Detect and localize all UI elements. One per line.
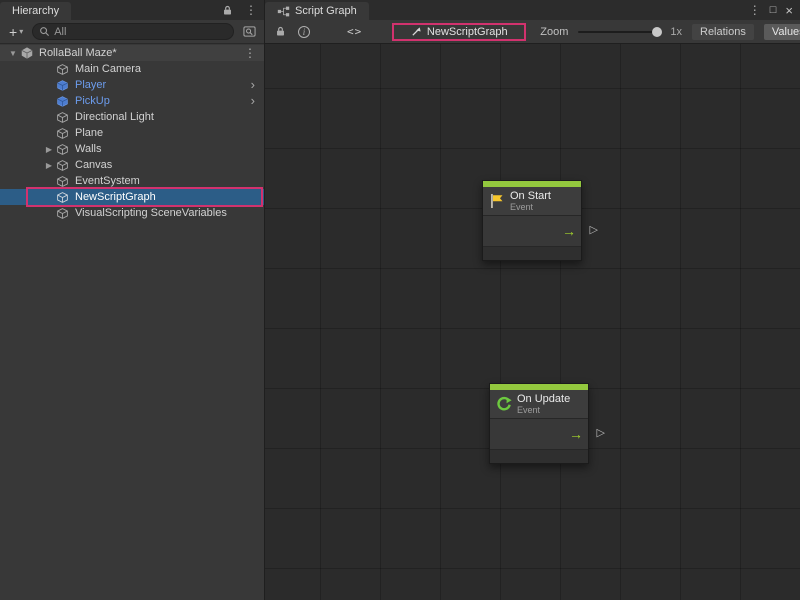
zoom-label: Zoom (540, 26, 568, 38)
values-button[interactable]: Values (764, 24, 800, 40)
gameobject-icon (56, 62, 70, 76)
flow-output-icon[interactable]: → (562, 224, 576, 238)
prefab-open-arrow-icon[interactable]: › (251, 94, 264, 108)
scene-name: RollaBall Maze* (39, 45, 117, 61)
tree-row-eventsystem[interactable]: EventSystem (0, 173, 264, 189)
tree-row-player[interactable]: Player › (0, 77, 264, 93)
tree-row-label: Main Camera (75, 61, 141, 77)
output-port-icon[interactable]: ▷ (597, 428, 605, 439)
tree-row-main-camera[interactable]: Main Camera (0, 61, 264, 77)
graph-name: NewScriptGraph (427, 26, 508, 38)
expand-closed-icon[interactable]: ▶ (42, 161, 56, 170)
script-graph-panel: Script Graph ⋮ □ × i <> NewScriptGraph (265, 0, 800, 600)
unity-scene-icon (20, 46, 34, 60)
scene-menu-icon[interactable]: ⋮ (244, 47, 264, 59)
search-icon (39, 26, 50, 37)
hierarchy-tab-controls: ⋮ (218, 0, 264, 20)
tree-row-label: Plane (75, 125, 103, 141)
tree-row-newscriptgraph[interactable]: NewScriptGraph (0, 189, 264, 205)
unity-editor: Hierarchy ⋮ + ▾ All (0, 0, 800, 600)
expand-closed-icon[interactable]: ▶ (42, 145, 56, 154)
gameobject-icon (56, 126, 70, 140)
maximize-icon[interactable]: □ (770, 4, 777, 16)
tree-row-plane[interactable]: Plane (0, 125, 264, 141)
tree-row-label: Directional Light (75, 109, 154, 125)
tab-script-graph[interactable]: Script Graph (265, 2, 369, 20)
tree-row-label: NewScriptGraph (75, 189, 156, 205)
graph-tab-icon (277, 5, 290, 18)
graph-tab-label: Script Graph (295, 5, 357, 17)
hierarchy-search-input[interactable]: All (32, 23, 234, 40)
hierarchy-tabbar: Hierarchy ⋮ (0, 0, 264, 20)
node-on-update[interactable]: On Update Event → ▷ (489, 383, 589, 464)
tree-row-label: Player (75, 77, 106, 93)
add-object-button[interactable]: + ▾ (5, 24, 27, 40)
tree-row-label: PickUp (75, 93, 110, 109)
gameobject-icon (56, 110, 70, 124)
chevron-down-icon: ▾ (19, 27, 23, 36)
plus-icon: + (9, 25, 17, 39)
zoom-value: 1x (670, 26, 682, 38)
tree-row-walls[interactable]: ▶ Walls (0, 141, 264, 157)
graph-lock-icon[interactable] (271, 23, 289, 41)
tab-hierarchy[interactable]: Hierarchy (0, 2, 71, 20)
flow-output-icon[interactable]: → (569, 427, 583, 441)
tree-row-scenevariables[interactable]: VisualScripting SceneVariables (0, 205, 264, 221)
hierarchy-toolbar: + ▾ All (0, 20, 264, 44)
gameobject-icon (56, 190, 70, 204)
gameobject-icon (56, 142, 70, 156)
prefab-icon (56, 94, 70, 108)
tree-row-canvas[interactable]: ▶ Canvas (0, 157, 264, 173)
tree-row-label: Walls (75, 141, 101, 157)
output-port-icon[interactable]: ▷ (590, 225, 598, 236)
script-graph-tabbar: Script Graph ⋮ □ × (265, 0, 800, 20)
tree-row-pickup[interactable]: PickUp › (0, 93, 264, 109)
hierarchy-tab-label: Hierarchy (12, 5, 59, 17)
loop-icon (495, 396, 512, 413)
window-menu-icon[interactable]: ⋮ (749, 4, 761, 16)
node-on-start[interactable]: On Start Event → ▷ (482, 180, 582, 261)
hierarchy-menu-icon[interactable]: ⋮ (245, 4, 257, 16)
expand-open-icon[interactable]: ▼ (6, 49, 20, 58)
tree-row-label: Canvas (75, 157, 112, 173)
graph-name-annotation[interactable]: NewScriptGraph (392, 23, 526, 41)
gameobject-icon (56, 158, 70, 172)
relations-button[interactable]: Relations (692, 24, 754, 40)
node-title: On Update (517, 393, 570, 405)
tree-row-label: EventSystem (75, 173, 140, 189)
script-graph-asset-icon (411, 26, 422, 37)
graph-canvas[interactable]: On Start Event → ▷ On U (265, 44, 800, 600)
scene-row[interactable]: ▼ RollaBall Maze* ⋮ (0, 45, 264, 61)
window-controls: ⋮ □ × (749, 0, 800, 20)
gameobject-icon (56, 174, 70, 188)
close-icon[interactable]: × (785, 3, 793, 18)
code-view-icon[interactable]: <> (347, 25, 362, 38)
graph-info-icon[interactable]: i (295, 23, 313, 41)
prefab-icon (56, 78, 70, 92)
zoom-slider-thumb[interactable] (652, 27, 662, 37)
flag-icon (488, 193, 505, 210)
search-value: All (54, 26, 66, 38)
node-subtitle: Event (510, 202, 551, 212)
hierarchy-panel: Hierarchy ⋮ + ▾ All (0, 0, 265, 600)
prefab-open-arrow-icon[interactable]: › (251, 78, 264, 92)
search-window-button[interactable] (239, 23, 259, 41)
tree-row-directional-light[interactable]: Directional Light (0, 109, 264, 125)
lock-icon[interactable] (218, 1, 236, 19)
zoom-slider[interactable] (578, 31, 660, 33)
node-subtitle: Event (517, 405, 570, 415)
graph-toolbar: i <> NewScriptGraph Zoom 1x Relations Va… (265, 20, 800, 44)
node-title: On Start (510, 190, 551, 202)
gameobject-icon (56, 206, 70, 220)
hierarchy-tree: ▼ RollaBall Maze* ⋮ Main Camera (0, 44, 264, 600)
tree-row-label: VisualScripting SceneVariables (75, 205, 227, 221)
